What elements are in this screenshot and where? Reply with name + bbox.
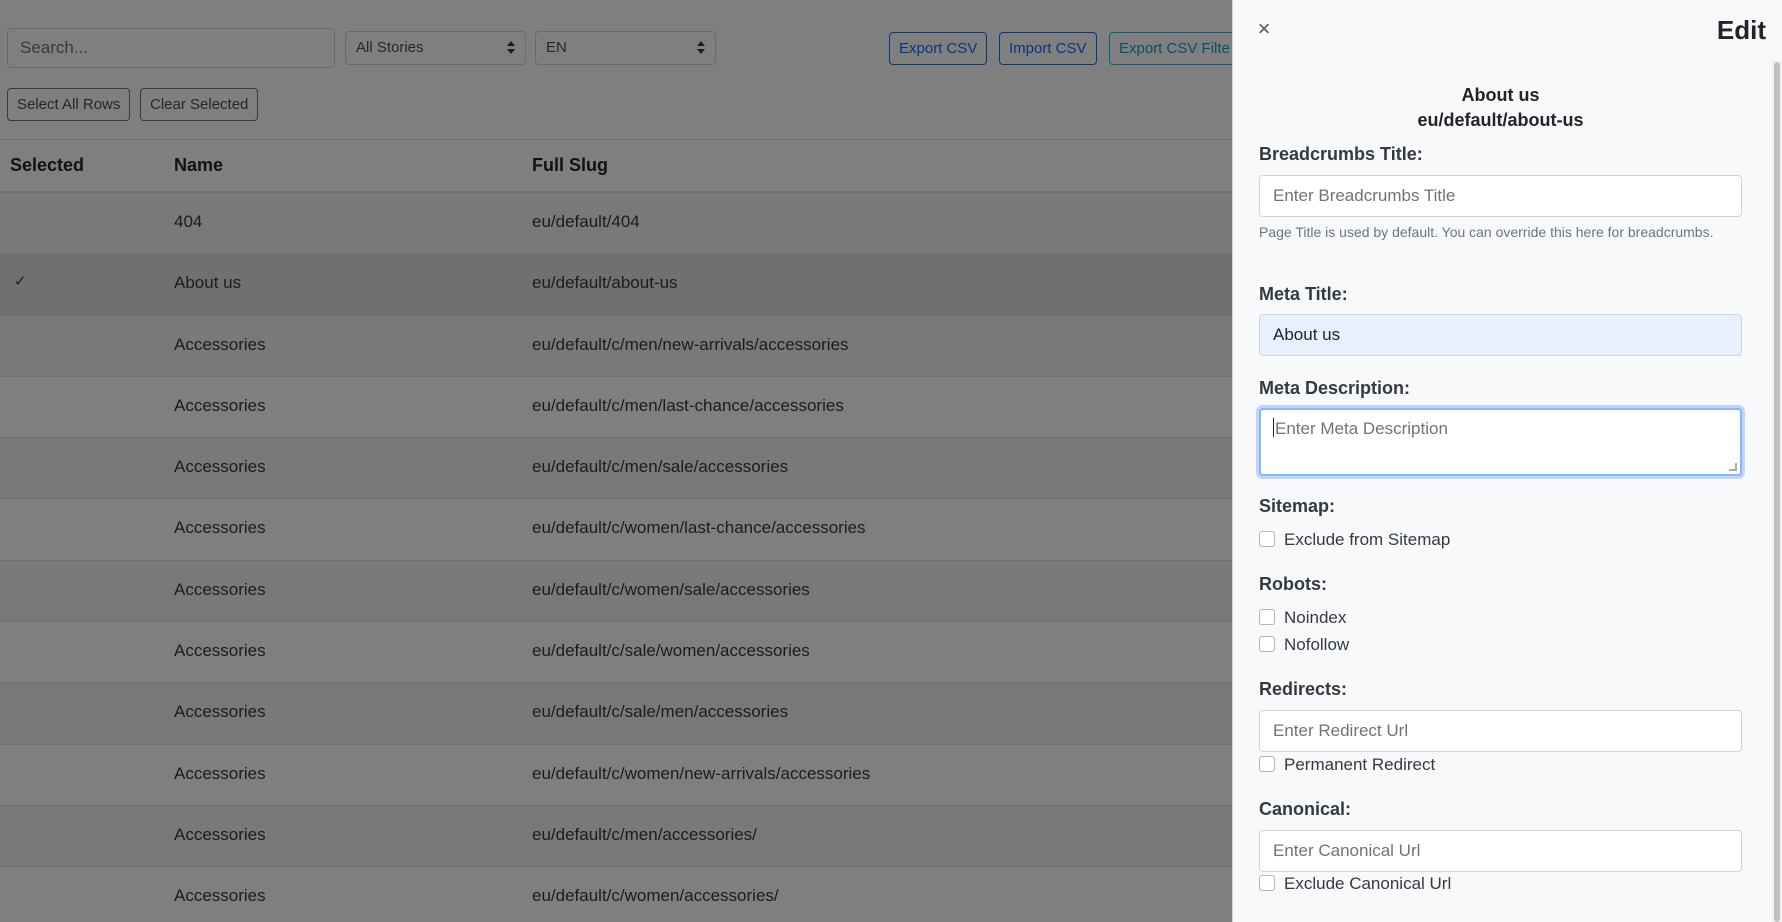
checkbox-icon[interactable] <box>1259 609 1275 625</box>
canonical-url-input[interactable]: Enter Canonical Url <box>1259 830 1742 872</box>
sitemap-label: Sitemap: <box>1259 496 1336 516</box>
permanent-redirect-checkbox[interactable]: Permanent Redirect <box>1259 755 1435 775</box>
checkbox-icon[interactable] <box>1259 636 1275 652</box>
exclude-canonical-checkbox[interactable]: Exclude Canonical Url <box>1259 874 1451 894</box>
meta-description-label: Meta Description: <box>1259 378 1411 398</box>
breadcrumbs-help-text: Page Title is used by default. You can o… <box>1259 224 1714 240</box>
exclude-sitemap-label: Exclude from Sitemap <box>1284 530 1451 549</box>
noindex-label: Noindex <box>1284 608 1347 627</box>
permanent-redirect-label: Permanent Redirect <box>1284 755 1436 774</box>
checkbox-icon[interactable] <box>1259 756 1275 772</box>
nofollow-checkbox[interactable]: Nofollow <box>1259 635 1349 655</box>
canonical-label: Canonical: <box>1259 799 1352 819</box>
meta-title-label: Meta Title: <box>1259 284 1348 304</box>
drawer-title: Edit <box>1716 15 1766 45</box>
redirect-url-input[interactable]: Enter Redirect Url <box>1259 710 1742 752</box>
exclude-canonical-label: Exclude Canonical Url <box>1284 874 1452 893</box>
exclude-sitemap-checkbox[interactable]: Exclude from Sitemap <box>1259 530 1450 550</box>
scrollbar-thumb[interactable] <box>1774 62 1780 922</box>
meta-description-placeholder: Enter Meta Description <box>1275 419 1448 438</box>
text-caret <box>1273 418 1274 437</box>
checkbox-icon[interactable] <box>1259 531 1275 547</box>
robots-label: Robots: <box>1259 574 1327 594</box>
meta-title-input[interactable]: About us <box>1259 314 1742 356</box>
story-slug: eu/default/about-us <box>1417 110 1584 130</box>
edit-drawer: × Edit About us eu/default/about-us Brea… <box>1232 0 1782 922</box>
breadcrumbs-title-label: Breadcrumbs Title: <box>1259 144 1423 164</box>
drawer-scrollbar[interactable] <box>1772 60 1782 922</box>
meta-description-textarea[interactable]: Enter Meta Description <box>1259 408 1742 476</box>
breadcrumbs-title-input[interactable]: Enter Breadcrumbs Title <box>1259 175 1742 217</box>
noindex-checkbox[interactable]: Noindex <box>1259 608 1346 628</box>
nofollow-label: Nofollow <box>1284 635 1350 654</box>
checkbox-icon[interactable] <box>1259 875 1275 891</box>
resize-handle-icon[interactable] <box>1729 463 1737 471</box>
redirects-label: Redirects: <box>1259 679 1348 699</box>
close-icon[interactable]: × <box>1253 18 1275 40</box>
story-name: About us <box>1461 85 1540 105</box>
